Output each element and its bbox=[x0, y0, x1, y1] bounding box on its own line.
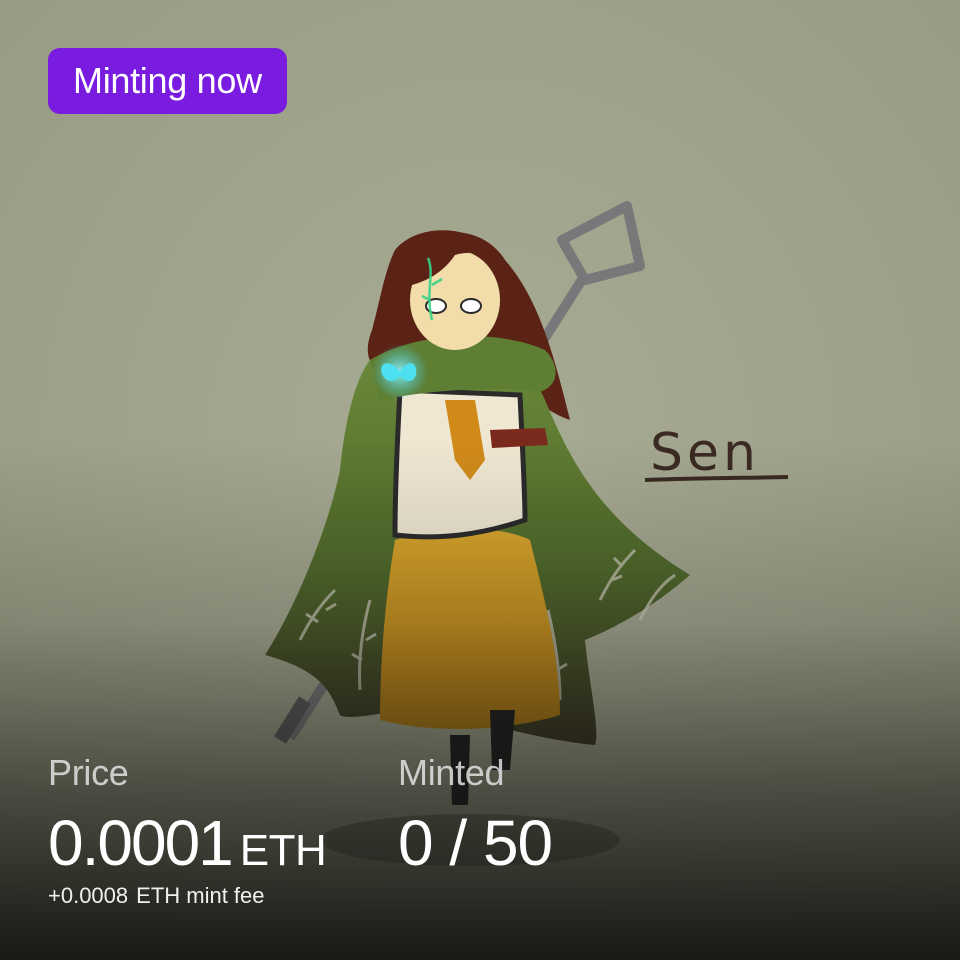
price-label: Price bbox=[48, 752, 129, 793]
artist-signature-sen: Sen bbox=[650, 423, 760, 483]
minted-count: 0 / 50 bbox=[398, 807, 553, 879]
minted-label: Minted bbox=[398, 752, 505, 793]
price-unit: ETH bbox=[239, 826, 327, 875]
mint-fee-amount: +0.0008 bbox=[48, 883, 129, 908]
minting-now-badge[interactable]: Minting now bbox=[48, 48, 287, 114]
mint-fee: +0.0008 ETH mint fee bbox=[48, 883, 265, 909]
price-value: 0.0001 bbox=[48, 807, 234, 879]
price-display: 0.0001 ETH bbox=[48, 806, 327, 880]
svg-text:Sen: Sen bbox=[650, 423, 760, 483]
nft-mint-card: Sen Minting now Price Minted 0.0001 ETH 0… bbox=[0, 0, 960, 960]
mint-fee-text: ETH mint fee bbox=[136, 883, 265, 908]
